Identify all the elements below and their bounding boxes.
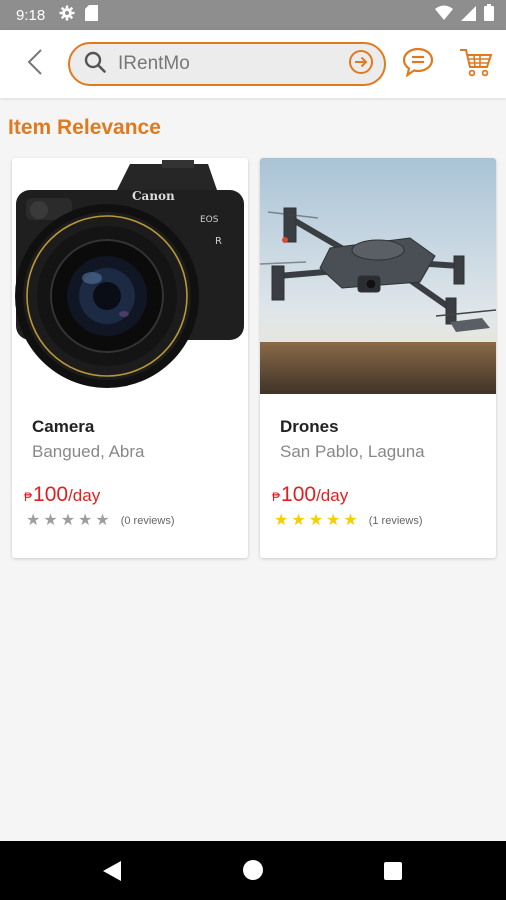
star-icon: ★ [326, 512, 341, 529]
price-unit: /day [68, 486, 101, 505]
nav-back-icon[interactable] [103, 861, 121, 886]
review-count: (0 reviews) [120, 515, 175, 527]
sd-card-icon [85, 4, 99, 26]
product-card-drones[interactable]: Drones San Pablo, Laguna ₱ 100 /day ★ ★ ★ ★… [260, 158, 496, 558]
star-icon: ★ [26, 512, 41, 529]
svg-text:R: R [215, 236, 222, 247]
star-icon: ★ [291, 512, 306, 529]
signal-icon [461, 5, 476, 26]
wifi-icon [435, 5, 453, 26]
search-bar[interactable]: IRentMo [68, 42, 386, 86]
status-time: 9:18 [16, 6, 46, 24]
star-icon: ★ [78, 512, 93, 529]
cart-button[interactable] [456, 44, 496, 84]
search-icon [84, 51, 106, 78]
star-icon: ★ [60, 512, 76, 529]
product-location: San Pablo, Laguna [280, 442, 425, 461]
section-title: Item Relevance [8, 116, 161, 139]
currency-symbol: ₱ [24, 490, 33, 504]
star-icon: ★ [43, 512, 58, 529]
drone-photo [260, 158, 496, 394]
status-bar: 9:18 [0, 0, 506, 30]
product-price: ₱ 100 /day [272, 483, 348, 507]
app-bar: IRentMo [0, 30, 506, 98]
review-count: (1 reviews) [368, 515, 423, 527]
product-price: ₱ 100 /day [24, 483, 100, 507]
price-unit: /day [316, 486, 349, 505]
search-input[interactable]: IRentMo [118, 53, 348, 75]
star-icon: ★ [274, 512, 289, 529]
star-rating: ★ ★ ★ ★ ★ [26, 512, 113, 530]
star-icon: ★ [343, 512, 358, 529]
system-nav-bar [0, 841, 506, 900]
price-amount: 100 [281, 483, 317, 506]
back-arrow-icon [27, 48, 43, 81]
chat-icon [402, 47, 434, 82]
back-button[interactable] [12, 41, 58, 87]
currency-symbol: ₱ [272, 490, 281, 504]
product-card-camera[interactable]: Canon EOS R Camera Bangued, Abra ₱ 100 /… [12, 158, 248, 558]
product-rating: ★ ★ ★ ★ ★ (1 reviews) [274, 512, 423, 530]
svg-text:Canon: Canon [132, 189, 175, 203]
camera-photo: Canon EOS R [12, 158, 248, 394]
arrow-circle-right-icon[interactable] [348, 49, 374, 80]
gear-icon [59, 5, 75, 26]
battery-icon [484, 4, 494, 26]
product-rating: ★ ★ ★ ★ ★ (0 reviews) [26, 512, 175, 530]
nav-recents-icon[interactable] [384, 862, 402, 880]
star-icon: ★ [308, 512, 324, 529]
cart-icon [459, 47, 493, 82]
price-amount: 100 [33, 483, 69, 506]
product-location: Bangued, Abra [32, 442, 145, 461]
product-name: Camera [32, 417, 95, 436]
svg-text:EOS: EOS [200, 215, 219, 225]
chat-button[interactable] [398, 44, 438, 84]
star-icon: ★ [95, 512, 110, 529]
star-rating: ★ ★ ★ ★ ★ [274, 512, 361, 530]
nav-home-icon[interactable] [243, 860, 263, 880]
product-name: Drones [280, 417, 339, 436]
